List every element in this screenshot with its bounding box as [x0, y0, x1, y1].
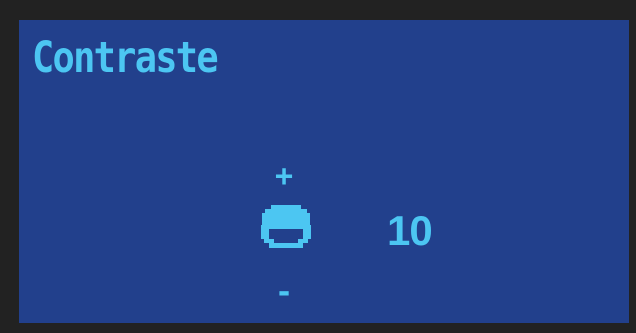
- device-frame: Contraste + 10 -: [0, 0, 636, 333]
- contrast-control: + 10 -: [19, 20, 629, 323]
- increase-button[interactable]: +: [269, 162, 299, 192]
- decrease-button[interactable]: -: [269, 278, 299, 308]
- osd-screen: Contraste + 10 -: [19, 20, 629, 323]
- contrast-value: 10: [387, 207, 433, 254]
- contrast-icon: [261, 205, 311, 248]
